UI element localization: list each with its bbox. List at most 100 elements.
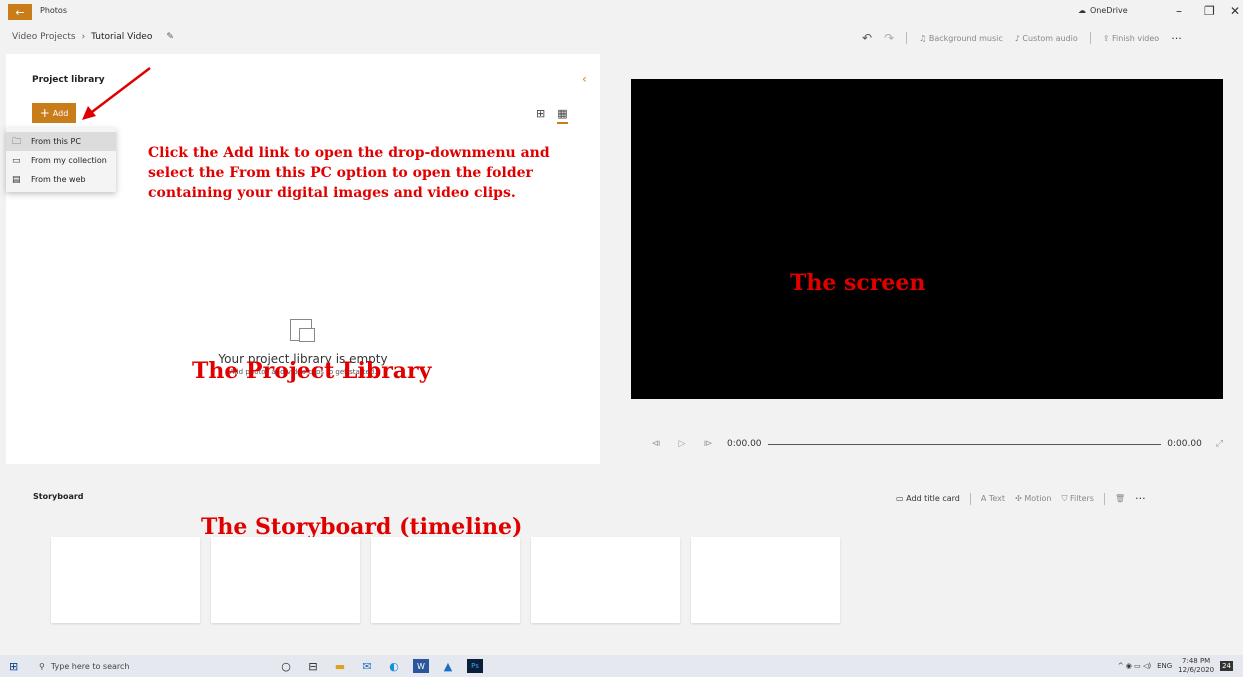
word-icon[interactable]: W [413,659,429,673]
filters-button[interactable]: ⛉ Filters [1061,494,1094,504]
menu-item-from-my-collection[interactable]: ▭ From my collection [6,151,116,170]
add-title-card-button[interactable]: ▭ Add title card [896,494,960,503]
grid-view-icon[interactable]: ⊞ [536,107,545,124]
pc-folder-icon: 🗀 [12,136,22,147]
background-music-button[interactable]: ♫ Background music [919,34,1003,43]
toolbar-divider [1103,492,1105,505]
clock[interactable]: 7:48 PM 12/6/2020 [1178,657,1214,675]
windows-start-icon[interactable]: ⊞ [9,660,29,673]
menu-item-label: From my collection [31,156,107,165]
menu-item-label: From this PC [31,137,81,146]
back-button[interactable]: ← [8,4,32,20]
breadcrumb-separator: › [81,32,86,42]
plus-icon: + [39,106,50,120]
clock-date: 12/6/2020 [1178,666,1215,674]
previous-frame-icon[interactable]: ⧏ [643,439,669,449]
storyboard-tile[interactable] [531,537,680,623]
task-view-icon[interactable]: ⊟ [305,659,321,673]
back-arrow-icon: ← [15,5,25,19]
title-bar: ← Photos ☁ OneDrive – ❐ ✕ [0,0,1243,24]
undo-icon[interactable]: ↶ [862,31,872,45]
list-view-icon[interactable]: ▦ [557,107,568,124]
cortana-icon[interactable]: ○ [278,659,294,673]
photos-icon[interactable]: ▲ [440,659,456,673]
close-button[interactable]: ✕ [1230,4,1240,18]
photoshop-icon[interactable]: Ps [467,659,483,673]
maximize-button[interactable]: ❐ [1204,4,1215,18]
breadcrumb: Video Projects › Tutorial Video ✎ [12,32,174,42]
menu-item-label: From the web [31,175,86,184]
text-button[interactable]: A Text [981,494,1005,503]
language-indicator[interactable]: ENG [1157,662,1172,670]
share-icon: ⇪ [1102,33,1113,43]
storyboard-more-button[interactable]: ··· [1135,492,1146,505]
edge-icon[interactable]: ◐ [386,659,402,673]
toolbar-divider [906,32,908,44]
filters-label: Filters [1069,493,1094,503]
expand-icon[interactable]: ⤢ [1216,439,1223,449]
minimize-button[interactable]: – [1176,4,1182,18]
onedrive-button[interactable]: ☁ OneDrive [1078,6,1128,15]
delete-icon[interactable]: 🗑 [1115,494,1125,503]
search-icon: ⚲ [39,661,45,671]
view-toggles: ⊞ ▦ [536,107,568,124]
taskbar-apps: ○ ⊟ ▬ ✉ ◐ W ▲ Ps [278,659,483,673]
filters-icon: ⛉ [1061,493,1070,503]
more-options-button[interactable]: ··· [1171,32,1182,45]
empty-library-icon [290,319,315,342]
play-icon[interactable]: ▷ [669,439,695,449]
motion-button[interactable]: ✣ Motion [1015,494,1051,503]
playback-controls: ⧏ ▷ ⧐ 0:00.00 0:00.00 ⤢ [643,436,1224,452]
add-dropdown-menu: 🗀 From this PC ▭ From my collection ▤ Fr… [6,128,116,192]
collapse-panel-icon[interactable]: ‹ [582,72,587,86]
toolbar-divider [969,492,971,505]
toolbar-divider [1089,32,1091,44]
background-music-label: Background music [928,33,1003,43]
custom-audio-button[interactable]: ♪ Custom audio [1015,34,1078,43]
text-label: Text [988,494,1006,503]
add-label: Add [52,108,69,118]
storyboard-title: Storyboard [33,492,84,501]
search-placeholder: Type here to search [50,661,130,671]
cloud-icon: ☁ [1078,6,1086,15]
clock-time: 7:48 PM [1182,657,1211,665]
taskbar-search[interactable]: ⚲ Type here to search [39,655,244,677]
onedrive-label: OneDrive [1090,6,1128,15]
seek-bar[interactable] [767,443,1162,445]
add-title-card-label: Add title card [906,494,960,503]
add-instruction-annotation: Click the Add link to open the drop-down… [148,145,550,201]
text-icon: A [980,494,989,503]
menu-item-from-the-web[interactable]: ▤ From the web [6,170,116,189]
storyboard-tile[interactable] [691,537,840,623]
music-note-icon: ♫ [919,33,929,43]
finish-video-button[interactable]: ⇪ Finish video [1103,34,1159,43]
motion-icon: ✣ [1015,494,1025,503]
storyboard-tile[interactable] [211,537,360,623]
menu-item-from-this-pc[interactable]: 🗀 From this PC [6,132,116,151]
preview-screen[interactable] [631,79,1223,399]
motion-label: Motion [1024,494,1052,503]
notification-center-icon[interactable]: 24 [1220,661,1233,671]
title-card-icon: ▭ [896,494,907,503]
next-frame-icon[interactable]: ⧐ [695,439,721,449]
edit-pencil-icon[interactable]: ✎ [166,32,174,42]
mail-icon[interactable]: ✉ [359,659,375,673]
total-time: 0:00.00 [1167,439,1202,449]
storyboard-tile[interactable] [51,537,200,623]
tray-icons[interactable]: ^ ◉ ▭ ◁) [1118,662,1151,670]
current-time: 0:00.00 [727,439,762,449]
file-explorer-icon[interactable]: ▬ [332,659,348,673]
project-library-annotation: The Project Library [192,358,432,384]
app-title: Photos [40,6,67,15]
storyboard-tile[interactable] [371,537,520,623]
storyboard-toolbar: ▭ Add title card A Text ✣ Motion ⛉ Filte… [896,492,1146,505]
storyboard-tiles [51,537,840,623]
redo-icon[interactable]: ↷ [884,31,894,45]
annotation-arrow [82,67,151,120]
editor-toolbar: ↶ ↷ ♫ Background music ♪ Custom audio ⇪ … [862,31,1182,45]
windows-taskbar: ⊞ ⚲ Type here to search ○ ⊟ ▬ ✉ ◐ W ▲ Ps… [0,655,1243,677]
collection-icon: ▭ [12,155,21,166]
screen-annotation: The screen [790,270,926,296]
breadcrumb-video-projects[interactable]: Video Projects [12,32,76,42]
project-name[interactable]: Tutorial Video [91,32,152,42]
